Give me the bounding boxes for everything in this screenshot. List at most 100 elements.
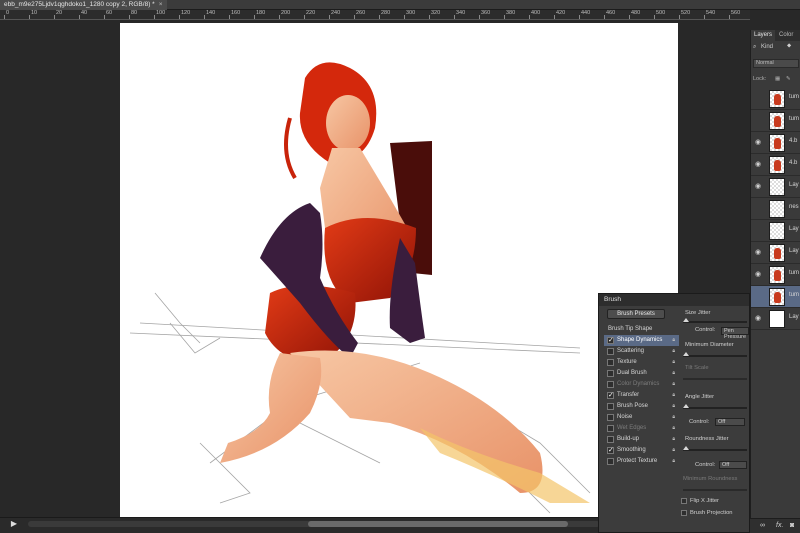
angle-jitter-slider[interactable] xyxy=(683,404,747,409)
brush-option-item[interactable]: 🔒︎ Scattering xyxy=(604,346,679,357)
play-icon[interactable]: ▶ xyxy=(6,519,22,529)
horizontal-ruler: 0 10 20 40 60 80 100 120 140 160 180 200 220 240 260 28… xyxy=(0,10,750,20)
eye-icon[interactable]: ◉ xyxy=(755,271,763,279)
brush-option-item[interactable]: Brush Tip Shape xyxy=(604,324,679,335)
lock-icon[interactable]: 🔒︎ xyxy=(672,370,675,377)
ruler-tick-label: 220 xyxy=(306,10,316,16)
lock-icon[interactable]: 🔒︎ xyxy=(672,414,675,421)
fx-icon[interactable]: fx. xyxy=(776,522,783,529)
brush-option-item[interactable]: 🔒︎ Noise xyxy=(604,412,679,423)
brush-option-checkbox[interactable] xyxy=(607,359,614,366)
brush-option-item[interactable]: 🔒︎ Wet Edges xyxy=(604,423,679,434)
layer-row[interactable]: ◉ 4.b xyxy=(751,154,800,176)
blend-mode-select[interactable]: Normal xyxy=(753,59,799,68)
close-tab-icon[interactable]: × xyxy=(159,1,163,8)
brush-projection-checkbox[interactable] xyxy=(681,510,687,516)
brush-option-item[interactable]: 🔒︎ Brush Pose xyxy=(604,401,679,412)
document-canvas[interactable] xyxy=(120,23,678,517)
lock-icon[interactable]: 🔒︎ xyxy=(672,359,675,366)
eye-icon[interactable]: ◉ xyxy=(755,139,763,147)
lock-icon[interactable]: 🔒︎ xyxy=(672,403,675,410)
lock-pixels-icon[interactable]: ✎ xyxy=(786,75,791,84)
angle-control-select[interactable]: Off xyxy=(715,418,745,426)
eye-icon[interactable]: ◉ xyxy=(755,183,763,191)
brush-option-checkbox[interactable]: ✓ xyxy=(607,337,614,344)
lock-icon[interactable]: 🔒︎ xyxy=(672,458,675,465)
lock-transparent-icon[interactable]: ▦ xyxy=(775,75,780,84)
lock-icon[interactable]: 🔒︎ xyxy=(672,337,675,344)
size-jitter-label: Size Jitter xyxy=(685,310,711,316)
size-control-select[interactable]: Pen Pressure xyxy=(721,327,749,340)
brush-option-item[interactable]: ✓ 🔒︎ Transfer xyxy=(604,390,679,401)
layer-row[interactable]: ◉ Lay xyxy=(751,242,800,264)
brush-option-item[interactable]: ✓ 🔒︎ Shape Dynamics xyxy=(604,335,679,346)
brush-option-item[interactable]: 🔒︎ Dual Brush xyxy=(604,368,679,379)
layer-name: Lay xyxy=(789,248,799,254)
brush-option-checkbox[interactable]: ✓ xyxy=(607,392,614,399)
layer-row[interactable]: Lay xyxy=(751,220,800,242)
eye-icon[interactable] xyxy=(755,117,763,125)
brush-option-item[interactable]: 🔒︎ Protect Texture xyxy=(604,456,679,467)
lock-icon[interactable]: 🔒︎ xyxy=(672,447,675,454)
ruler-tick-label: 400 xyxy=(531,10,541,16)
flip-x-checkbox[interactable] xyxy=(681,498,687,504)
layer-filter-row[interactable]: ⌕ Kind ⬥ xyxy=(753,43,799,53)
brush-option-label: Wet Edges xyxy=(617,425,647,431)
document-tab[interactable]: ebb_m9e275Ljdv1qghdoko1_1280 copy 2, RGB… xyxy=(0,0,167,10)
layer-row[interactable]: ◉ tum xyxy=(751,264,800,286)
brush-presets-button[interactable]: Brush Presets xyxy=(607,309,665,319)
tab-color[interactable]: Color xyxy=(776,30,796,41)
brush-option-item[interactable]: ✓ 🔒︎ Smoothing xyxy=(604,445,679,456)
brush-option-checkbox[interactable] xyxy=(607,414,614,421)
min-diameter-slider[interactable] xyxy=(683,352,747,357)
filter-kind[interactable]: Kind xyxy=(761,44,773,50)
slider-knob[interactable] xyxy=(683,404,689,408)
eye-icon[interactable]: ◉ xyxy=(755,249,763,257)
eye-icon[interactable] xyxy=(755,205,763,213)
brush-projection-label: Brush Projection xyxy=(690,510,733,516)
layer-row[interactable]: ◉ Lay xyxy=(751,308,800,330)
roundness-control-select[interactable]: Off xyxy=(719,461,747,469)
scrollbar-thumb[interactable] xyxy=(308,521,568,527)
brush-option-item[interactable]: 🔒︎ Color Dynamics xyxy=(604,379,679,390)
brush-option-checkbox[interactable] xyxy=(607,403,614,410)
lock-icon[interactable]: 🔒︎ xyxy=(672,436,675,443)
ruler-tick-label: 260 xyxy=(356,10,366,16)
tab-layers[interactable]: Layers xyxy=(751,30,776,41)
horizontal-scrollbar[interactable] xyxy=(28,521,600,527)
ruler-tick-label: 300 xyxy=(406,10,416,16)
layer-row[interactable]: ◉ 4.b xyxy=(751,132,800,154)
eye-icon[interactable] xyxy=(755,227,763,235)
brush-option-checkbox[interactable] xyxy=(607,425,614,432)
mask-icon[interactable]: ◙ xyxy=(790,522,794,529)
layer-row[interactable]: tum xyxy=(751,286,800,308)
lock-icon[interactable]: 🔒︎ xyxy=(672,381,675,388)
brush-options-list: Brush Tip Shape ✓ 🔒︎ Shape Dynamics 🔒︎ Scatte… xyxy=(604,324,679,524)
brush-option-checkbox[interactable] xyxy=(607,458,614,465)
lock-icon[interactable]: 🔒︎ xyxy=(672,425,675,432)
lock-icon[interactable]: 🔒︎ xyxy=(672,348,675,355)
slider-knob[interactable] xyxy=(683,352,689,356)
roundness-jitter-slider[interactable] xyxy=(683,446,747,451)
eye-icon[interactable] xyxy=(755,95,763,103)
layer-name: Lay xyxy=(789,314,799,320)
brush-option-item[interactable]: 🔒︎ Texture xyxy=(604,357,679,368)
lock-icon[interactable]: 🔒︎ xyxy=(672,392,675,399)
brush-option-item[interactable]: 🔒︎ Build-up xyxy=(604,434,679,445)
link-icon[interactable]: ∞ xyxy=(760,522,765,529)
layer-row[interactable]: tum xyxy=(751,88,800,110)
layer-row[interactable]: tum xyxy=(751,110,800,132)
size-jitter-slider[interactable] xyxy=(683,318,747,323)
slider-knob[interactable] xyxy=(683,446,689,450)
eye-icon[interactable]: ◉ xyxy=(755,315,763,323)
brush-option-checkbox[interactable]: ✓ xyxy=(607,447,614,454)
slider-knob[interactable] xyxy=(683,318,689,322)
brush-option-checkbox[interactable] xyxy=(607,370,614,377)
eye-icon[interactable]: ◉ xyxy=(755,161,763,169)
layer-row[interactable]: nes xyxy=(751,198,800,220)
eye-icon[interactable] xyxy=(755,293,763,301)
brush-option-checkbox[interactable] xyxy=(607,348,614,355)
brush-option-checkbox[interactable] xyxy=(607,436,614,443)
brush-option-checkbox[interactable] xyxy=(607,381,614,388)
layer-row[interactable]: ◉ Lay xyxy=(751,176,800,198)
